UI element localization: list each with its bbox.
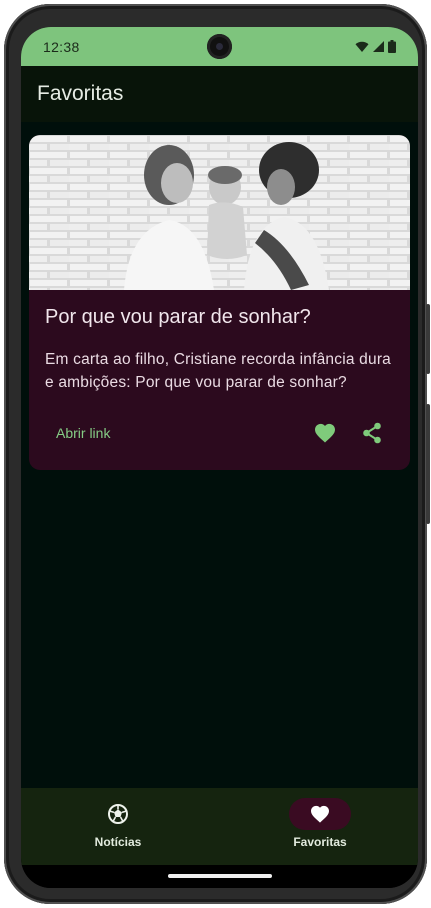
heart-icon [311, 805, 329, 823]
share-icon [363, 422, 381, 444]
news-image [29, 135, 410, 290]
home-gesture-handle[interactable] [168, 874, 272, 878]
open-link-label: Abrir link [56, 425, 111, 441]
nav-label-favoritas: Favoritas [293, 835, 347, 849]
front-camera [207, 34, 232, 59]
battery-icon [388, 40, 396, 53]
phone-frame: 12:38 Favoritas Por que vou parar de son… [4, 4, 430, 904]
share-button[interactable] [357, 418, 387, 448]
nav-item-noticias[interactable]: Notícias [53, 798, 183, 849]
heart-icon [315, 423, 335, 443]
gesture-bar-area [21, 865, 418, 888]
status-bar: 12:38 [21, 27, 418, 66]
bottom-navigation: Notícias Favoritas [21, 788, 418, 865]
nav-icon-container-active [289, 798, 351, 830]
card-description: Em carta ao filho, Cristiane recorda inf… [45, 351, 391, 391]
screen: 12:38 Favoritas Por que vou parar de son… [21, 27, 418, 888]
app-content: Favoritas Por que vou parar de sonhar? E… [21, 66, 418, 788]
status-time: 12:38 [43, 38, 80, 55]
power-button [426, 304, 430, 374]
top-app-bar: Favoritas [21, 66, 418, 122]
signal-icon [373, 41, 384, 52]
nav-label-noticias: Notícias [94, 835, 142, 849]
nav-item-favoritas[interactable]: Favoritas [255, 798, 385, 849]
open-link-button[interactable]: Abrir link [45, 419, 121, 447]
status-icons [355, 40, 396, 53]
news-card[interactable]: Por que vou parar de sonhar? Em carta ao… [29, 135, 410, 470]
soccer-ball-icon [108, 804, 128, 824]
card-title: Por que vou parar de sonhar? [45, 306, 311, 328]
favorite-button[interactable] [310, 418, 340, 448]
volume-button [426, 404, 430, 524]
nav-icon-container [87, 798, 149, 830]
page-title: Favoritas [37, 82, 124, 105]
wifi-icon [355, 41, 369, 52]
